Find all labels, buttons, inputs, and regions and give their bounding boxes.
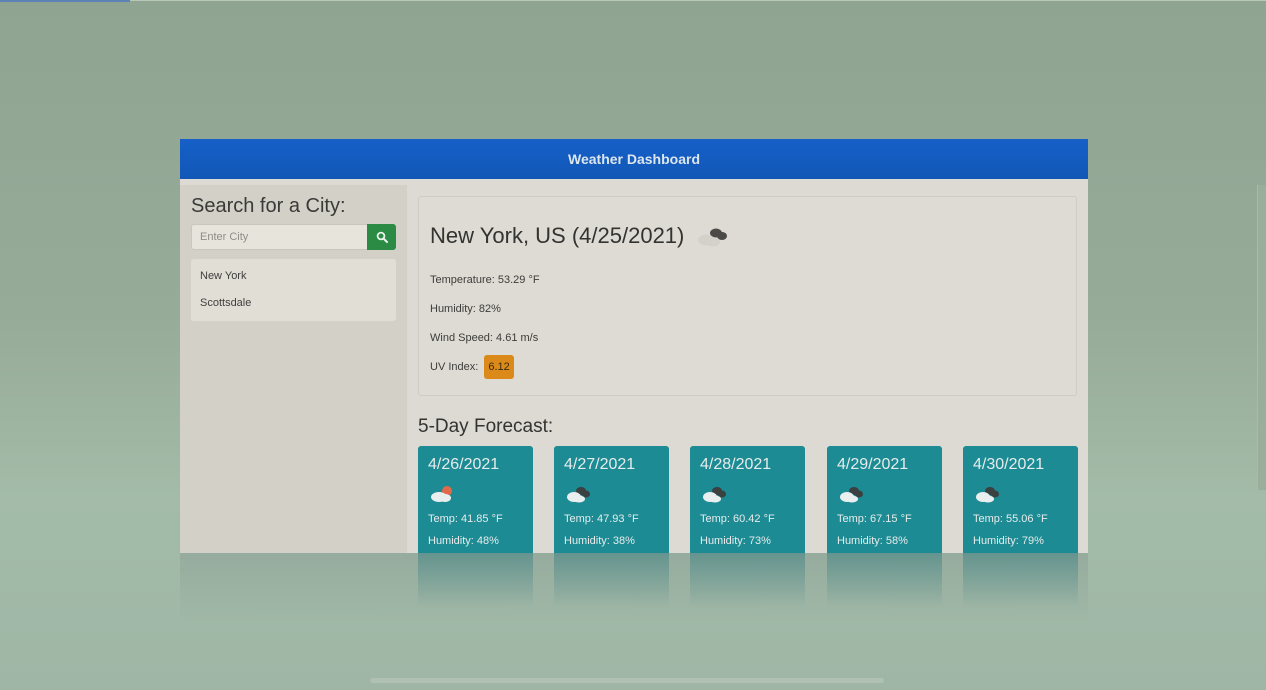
current-temperature: Temperature: 53.29 °F bbox=[430, 274, 540, 286]
forecast-temp: Temp: 67.15 °F bbox=[837, 513, 912, 525]
right-edge-bar bbox=[1257, 185, 1266, 490]
sidebar: Search for a City: New York Scottsdale bbox=[180, 185, 407, 553]
broken-clouds-icon bbox=[703, 487, 726, 503]
navbar: Weather Dashboard bbox=[180, 139, 1088, 179]
search-row bbox=[191, 224, 396, 250]
search-history-list: New York Scottsdale bbox=[191, 259, 396, 321]
current-city-title: New York, US (4/25/2021) bbox=[430, 223, 730, 249]
uv-index-badge: 6.12 bbox=[484, 355, 514, 379]
city-title-text: New York, US (4/25/2021) bbox=[430, 223, 685, 248]
forecast-humidity: Humidity: 58% bbox=[837, 535, 908, 547]
forecast-temp: Temp: 60.42 °F bbox=[700, 513, 775, 525]
window-reflection bbox=[180, 553, 1088, 623]
card-reflection bbox=[690, 553, 805, 608]
forecast-date: 4/28/2021 bbox=[700, 456, 772, 473]
card-reflection bbox=[418, 553, 533, 608]
horizontal-scrollbar[interactable] bbox=[370, 678, 884, 683]
forecast-date: 4/26/2021 bbox=[428, 456, 500, 473]
broken-clouds-icon bbox=[976, 487, 999, 503]
few-clouds-icon bbox=[431, 486, 452, 502]
broken-clouds-icon bbox=[840, 487, 863, 503]
forecast-temp: Temp: 41.85 °F bbox=[428, 513, 503, 525]
forecast-card: 4/30/2021 Temp: 55.06 °F Humidity: 79% bbox=[963, 446, 1078, 553]
forecast-humidity: Humidity: 73% bbox=[700, 535, 771, 547]
current-wind-speed: Wind Speed: 4.61 m/s bbox=[430, 332, 539, 344]
history-item-new-york[interactable]: New York bbox=[191, 263, 396, 290]
broken-clouds-icon bbox=[567, 487, 590, 503]
forecast-temp: Temp: 47.93 °F bbox=[564, 513, 639, 525]
forecast-humidity: Humidity: 48% bbox=[428, 535, 499, 547]
uv-index-label: UV Index: bbox=[430, 360, 479, 373]
current-weather-card: New York, US (4/25/2021) Temperature: 53… bbox=[418, 196, 1077, 396]
forecast-heading: 5-Day Forecast: bbox=[418, 416, 554, 437]
navbar-title: Weather Dashboard bbox=[568, 151, 700, 167]
current-humidity: Humidity: 82% bbox=[430, 303, 501, 315]
forecast-card: 4/29/2021 Temp: 67.15 °F Humidity: 58% bbox=[827, 446, 942, 553]
forecast-date: 4/27/2021 bbox=[564, 456, 636, 473]
forecast-card: 4/28/2021 Temp: 60.42 °F Humidity: 73% bbox=[690, 446, 805, 553]
card-reflection bbox=[827, 553, 942, 608]
history-item-scottsdale[interactable]: Scottsdale bbox=[191, 290, 396, 317]
forecast-card: 4/27/2021 Temp: 47.93 °F Humidity: 38% bbox=[554, 446, 669, 553]
window-top-edge bbox=[0, 0, 1266, 2]
forecast-date: 4/29/2021 bbox=[837, 456, 909, 473]
card-reflection bbox=[554, 553, 669, 608]
current-uv-index: UV Index: 6.12 bbox=[430, 355, 514, 379]
forecast-date: 4/30/2021 bbox=[973, 456, 1045, 473]
city-search-input[interactable] bbox=[191, 224, 367, 250]
forecast-card: 4/26/2021 Temp: 41.85 °F Humidity: 48% bbox=[418, 446, 533, 553]
search-button[interactable] bbox=[367, 224, 396, 250]
forecast-humidity: Humidity: 38% bbox=[564, 535, 635, 547]
card-reflection bbox=[963, 553, 1078, 608]
search-heading: Search for a City: bbox=[191, 195, 346, 217]
search-icon bbox=[376, 231, 388, 243]
forecast-temp: Temp: 55.06 °F bbox=[973, 513, 1048, 525]
forecast-humidity: Humidity: 79% bbox=[973, 535, 1044, 547]
top-accent bbox=[0, 0, 130, 2]
weather-dashboard-app: Weather Dashboard Search for a City: New… bbox=[180, 139, 1088, 553]
broken-clouds-icon bbox=[698, 228, 728, 247]
